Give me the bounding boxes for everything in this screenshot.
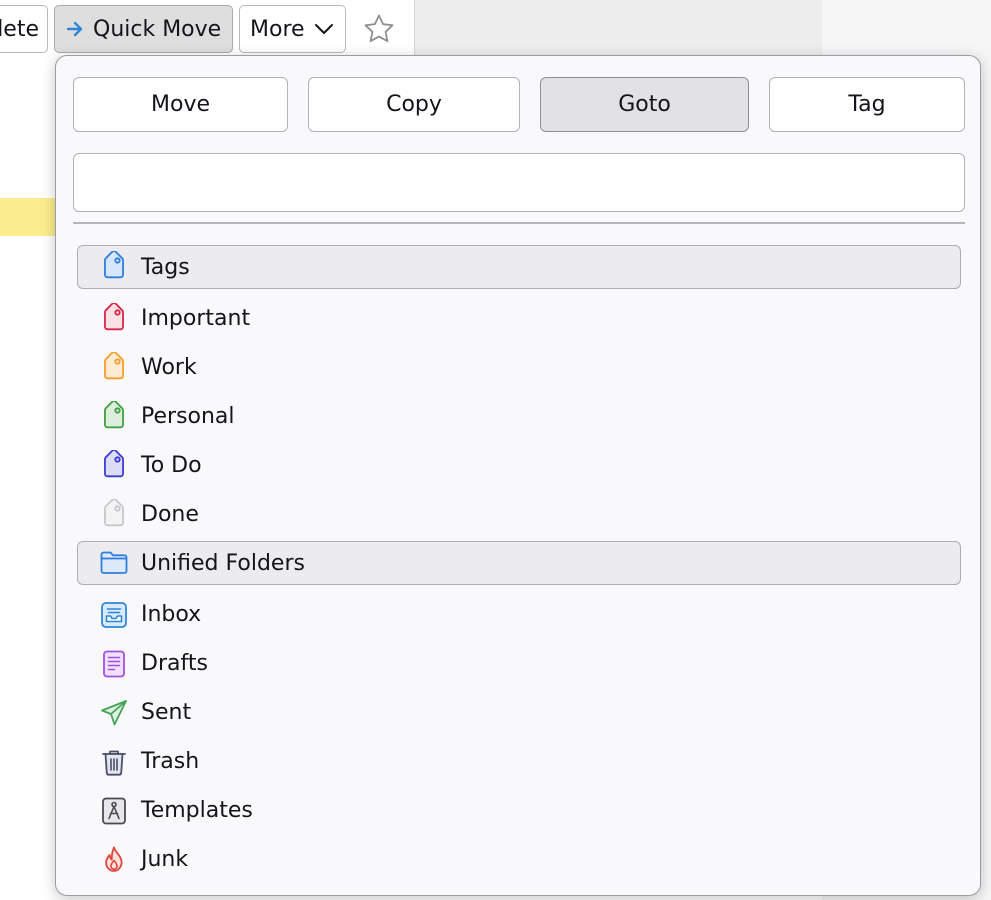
folder-icon bbox=[98, 547, 130, 579]
goto-mode-label: Goto bbox=[618, 92, 671, 117]
list-item-drafts[interactable]: Drafts bbox=[77, 639, 961, 688]
more-label: More bbox=[250, 16, 305, 42]
tag-icon bbox=[98, 351, 130, 384]
copy-mode-button[interactable]: Copy bbox=[308, 77, 520, 132]
quick-move-button[interactable]: Quick Move bbox=[54, 5, 233, 53]
list-item-label: Done bbox=[141, 502, 199, 527]
quick-move-label: Quick Move bbox=[93, 16, 222, 42]
tag-mode-button[interactable]: Tag bbox=[769, 77, 965, 132]
list-item-done[interactable]: Done bbox=[77, 490, 961, 539]
search-input[interactable] bbox=[73, 153, 965, 212]
list-item-to-do[interactable]: To Do bbox=[77, 441, 961, 490]
delete-button[interactable]: lete bbox=[0, 5, 48, 53]
chevron-down-icon bbox=[313, 18, 335, 40]
destination-list: Tags Important Work Personal To Do Done … bbox=[77, 245, 961, 884]
section-header-label: Unified Folders bbox=[141, 550, 305, 576]
divider bbox=[73, 222, 965, 224]
sent-icon bbox=[98, 697, 130, 729]
copy-mode-label: Copy bbox=[386, 92, 442, 117]
tag-mode-label: Tag bbox=[848, 92, 886, 117]
goto-mode-button[interactable]: Goto bbox=[540, 77, 749, 132]
list-item-label: Important bbox=[141, 306, 251, 331]
section-header-label: Tags bbox=[141, 254, 190, 280]
list-item-important[interactable]: Important bbox=[77, 294, 961, 343]
tag-icon bbox=[98, 400, 130, 433]
list-item-label: Sent bbox=[141, 700, 192, 725]
tag-icon bbox=[98, 302, 130, 335]
trash-icon bbox=[98, 746, 130, 778]
templates-icon bbox=[98, 795, 130, 827]
arrow-right-icon bbox=[65, 19, 85, 39]
drafts-icon bbox=[98, 648, 130, 680]
highlighted-message-row[interactable] bbox=[0, 198, 60, 236]
quick-move-popup: Move Copy Goto Tag Tags Important Work P… bbox=[55, 55, 981, 896]
move-mode-button[interactable]: Move bbox=[73, 77, 288, 132]
list-item-label: Inbox bbox=[141, 602, 202, 627]
list-item-label: Drafts bbox=[141, 651, 208, 676]
move-mode-label: Move bbox=[151, 92, 210, 117]
list-item-personal[interactable]: Personal bbox=[77, 392, 961, 441]
section-header-unified-folders[interactable]: Unified Folders bbox=[77, 541, 961, 585]
list-item-label: Personal bbox=[141, 404, 235, 429]
tag-icon bbox=[98, 449, 130, 482]
list-item-trash[interactable]: Trash bbox=[77, 737, 961, 786]
junk-icon bbox=[98, 844, 130, 876]
inbox-icon bbox=[98, 599, 130, 631]
tag-icon bbox=[98, 498, 130, 531]
list-item-inbox[interactable]: Inbox bbox=[77, 590, 961, 639]
list-item-label: Work bbox=[141, 355, 197, 380]
list-item-sent[interactable]: Sent bbox=[77, 688, 961, 737]
list-item-label: To Do bbox=[141, 453, 202, 478]
list-item-label: Trash bbox=[141, 749, 200, 774]
more-button[interactable]: More bbox=[239, 5, 346, 53]
delete-button-label: lete bbox=[0, 16, 39, 42]
list-item-templates[interactable]: Templates bbox=[77, 786, 961, 835]
list-item-label: Templates bbox=[141, 798, 253, 823]
list-item-label: Junk bbox=[141, 847, 189, 872]
section-header-tags[interactable]: Tags bbox=[77, 245, 961, 289]
list-item-work[interactable]: Work bbox=[77, 343, 961, 392]
toolbar-background bbox=[414, 0, 822, 56]
tag-icon bbox=[98, 251, 130, 283]
list-item-junk[interactable]: Junk bbox=[77, 835, 961, 884]
star-icon[interactable] bbox=[362, 12, 396, 46]
